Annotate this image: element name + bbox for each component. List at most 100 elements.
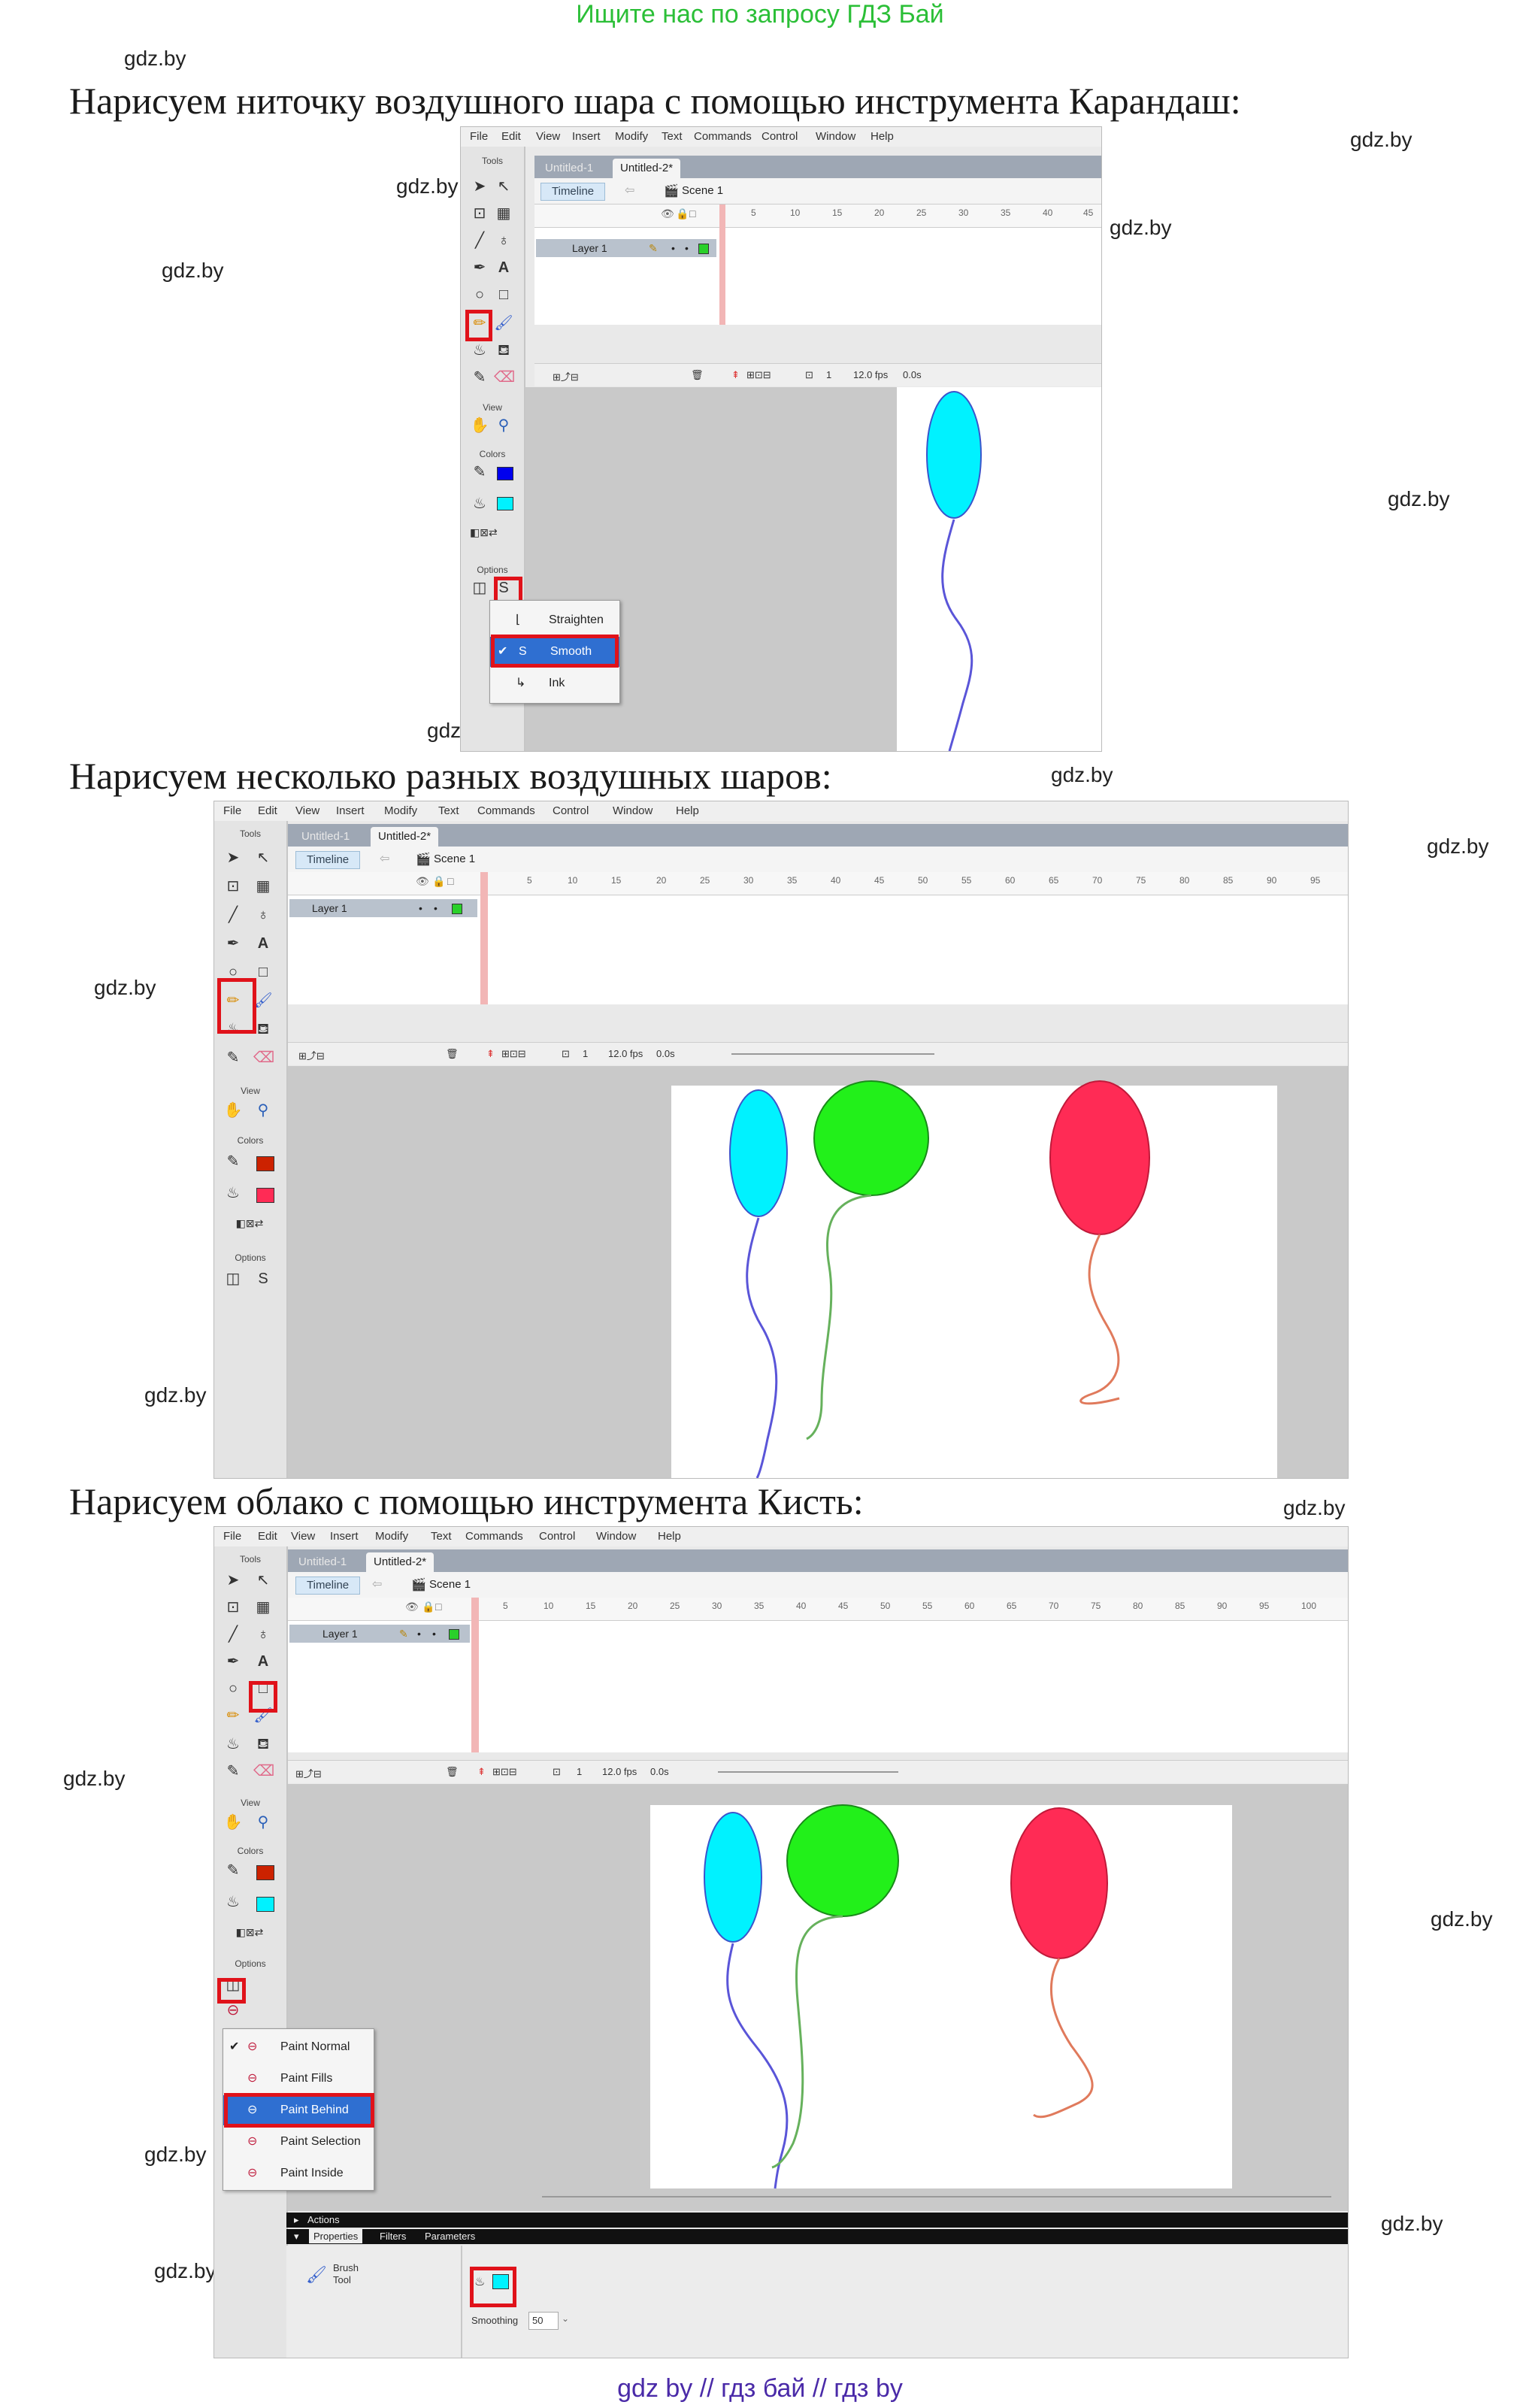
layer-name[interactable]: Layer 1	[572, 242, 607, 254]
add-layer-icon[interactable]: ⊞⤴⊟	[295, 1766, 322, 1780]
subselect-icon[interactable]: ↖	[253, 848, 273, 868]
collapse-arrow-icon[interactable]: ▾	[294, 2231, 299, 2243]
eye-icon[interactable]: 👁	[661, 207, 674, 220]
pen-icon[interactable]: ✒	[223, 934, 243, 953]
center-frame-icon[interactable]: ⇞	[477, 1766, 486, 1778]
object-drawing-icon[interactable]: ◫	[470, 578, 489, 598]
back-arrow-icon[interactable]: ⇦	[625, 183, 634, 198]
free-transform-icon[interactable]: ⊡	[223, 1598, 243, 1617]
menu-control[interactable]: Control	[539, 1530, 575, 1543]
fill-color-icon[interactable]: ♨	[223, 1892, 243, 1912]
layer-name[interactable]: Layer 1	[322, 1628, 358, 1640]
fill-swatch[interactable]	[497, 497, 513, 510]
menu-text[interactable]: Text	[662, 130, 683, 143]
tab-untitled-2[interactable]: Untitled-2*	[613, 159, 681, 178]
eye-icon[interactable]: 👁	[416, 875, 429, 888]
onion-skin-icon[interactable]: ⊞⊡⊟	[746, 369, 771, 381]
ink-bottle-icon[interactable]: ♨	[470, 341, 489, 360]
balloon-string[interactable]	[941, 519, 973, 751]
balloon-red[interactable]	[1010, 1807, 1108, 1959]
lock-dot[interactable]: •	[432, 1628, 436, 1640]
lasso-icon[interactable]: ♁	[253, 905, 273, 925]
menu-view[interactable]: View	[291, 1530, 315, 1543]
menu-file[interactable]: File	[223, 804, 241, 817]
rectangle-icon[interactable]: □	[494, 285, 513, 304]
stage-scrollbar[interactable]	[542, 2196, 1331, 2197]
menu-commands[interactable]: Commands	[465, 1530, 523, 1543]
visibility-dot[interactable]: •	[671, 242, 675, 254]
lock-icon[interactable]: 🔒	[422, 1601, 435, 1613]
pencil-icon[interactable]: ✏	[223, 1706, 243, 1725]
oval-icon[interactable]: ○	[223, 1679, 243, 1698]
arrow-icon[interactable]: ➤	[470, 177, 489, 196]
expand-arrow-icon[interactable]: ▸	[294, 2214, 299, 2226]
zoom-icon[interactable]: ⚲	[253, 1813, 273, 1832]
stroke-swatch[interactable]	[497, 467, 513, 480]
playhead[interactable]	[719, 204, 725, 325]
center-frame-icon[interactable]: ⇞	[486, 1048, 495, 1060]
menu-text[interactable]: Text	[438, 804, 459, 817]
tab-untitled-1[interactable]: Untitled-1	[294, 827, 357, 847]
paint-bucket-icon[interactable]: ⛾	[253, 1734, 273, 1754]
menu-file[interactable]: File	[470, 130, 488, 143]
arrow-icon[interactable]: ➤	[223, 1571, 243, 1590]
outline-icon[interactable]: □	[435, 1601, 441, 1613]
menu-edit[interactable]: Edit	[258, 1530, 277, 1543]
tab-untitled-1[interactable]: Untitled-1	[537, 159, 601, 178]
balloon-string-blue[interactable]	[746, 1217, 778, 1478]
onion-skin-icon[interactable]: ⊞⊡⊟	[492, 1766, 517, 1778]
trash-icon[interactable]: 🗑	[446, 1766, 459, 1778]
fill-color-icon[interactable]: ♨	[470, 494, 489, 513]
hand-icon[interactable]: ✋	[470, 416, 489, 435]
hand-icon[interactable]: ✋	[223, 1101, 243, 1120]
menu-window[interactable]: Window	[613, 804, 653, 817]
balloon-string-red[interactable]	[1079, 1234, 1120, 1405]
balloon-string-red[interactable]	[1033, 1958, 1094, 2119]
menu-view[interactable]: View	[536, 130, 560, 143]
fill-swatch[interactable]	[256, 1188, 274, 1203]
free-transform-icon[interactable]: ⊡	[470, 204, 489, 223]
line-icon[interactable]: ╱	[470, 231, 489, 250]
pen-icon[interactable]: ✒	[223, 1652, 243, 1671]
balloon-cyan[interactable]	[729, 1089, 788, 1217]
timeline-scrollbar[interactable]	[731, 1053, 934, 1055]
tab-untitled-2[interactable]: Untitled-2*	[366, 1552, 435, 1572]
free-transform-icon[interactable]: ⊡	[223, 877, 243, 896]
visibility-dot[interactable]: •	[419, 902, 422, 914]
tab-parameters[interactable]: Parameters	[425, 2231, 475, 2242]
menu-item-paint-normal[interactable]: ✔ ⊖ Paint Normal	[223, 2032, 374, 2062]
center-frame-icon[interactable]: ⇞	[731, 369, 740, 381]
back-arrow-icon[interactable]: ⇦	[380, 851, 389, 866]
timeline-button[interactable]: Timeline	[295, 1577, 361, 1595]
subselect-icon[interactable]: ↖	[494, 177, 513, 196]
onion-skin-icon[interactable]: ⊞⊡⊟	[501, 1048, 526, 1060]
menu-help[interactable]: Help	[871, 130, 894, 143]
tab-untitled-1[interactable]: Untitled-1	[291, 1552, 354, 1572]
hand-icon[interactable]: ✋	[223, 1813, 243, 1832]
outline-square[interactable]	[698, 244, 709, 254]
menu-help[interactable]: Help	[658, 1530, 681, 1543]
balloon-string-blue[interactable]	[726, 1943, 789, 2189]
layer-row[interactable]: Layer 1 ✎ • •	[289, 1625, 470, 1643]
layer-name[interactable]: Layer 1	[312, 902, 347, 914]
outline-icon[interactable]: □	[447, 875, 453, 887]
text-icon[interactable]: A	[253, 1652, 273, 1671]
arrow-icon[interactable]: ➤	[223, 848, 243, 868]
eye-icon[interactable]: 👁	[405, 1601, 419, 1613]
lasso-icon[interactable]: ♁	[253, 1625, 273, 1644]
balloon-string-green[interactable]	[771, 1915, 843, 2169]
edit-markers-icon[interactable]: ⊡	[562, 1048, 570, 1060]
gradient-icon[interactable]: ▦	[253, 877, 273, 896]
balloon-cyan[interactable]	[926, 391, 982, 519]
eyedropper-icon[interactable]: ✎	[470, 368, 489, 387]
menu-modify[interactable]: Modify	[615, 130, 648, 143]
menu-window[interactable]: Window	[816, 130, 855, 143]
ink-bottle-icon[interactable]: ♨	[223, 1734, 243, 1754]
outline-square[interactable]	[452, 904, 462, 914]
balloon-green[interactable]	[813, 1080, 929, 1196]
swap-colors-icon[interactable]: ◧⊠⇄	[223, 1922, 276, 1942]
tab-properties[interactable]: Properties	[309, 2229, 363, 2243]
smoothing-input[interactable]: 50	[528, 2312, 559, 2330]
eraser-icon[interactable]: ⌫	[253, 1761, 274, 1781]
menu-control[interactable]: Control	[762, 130, 798, 143]
